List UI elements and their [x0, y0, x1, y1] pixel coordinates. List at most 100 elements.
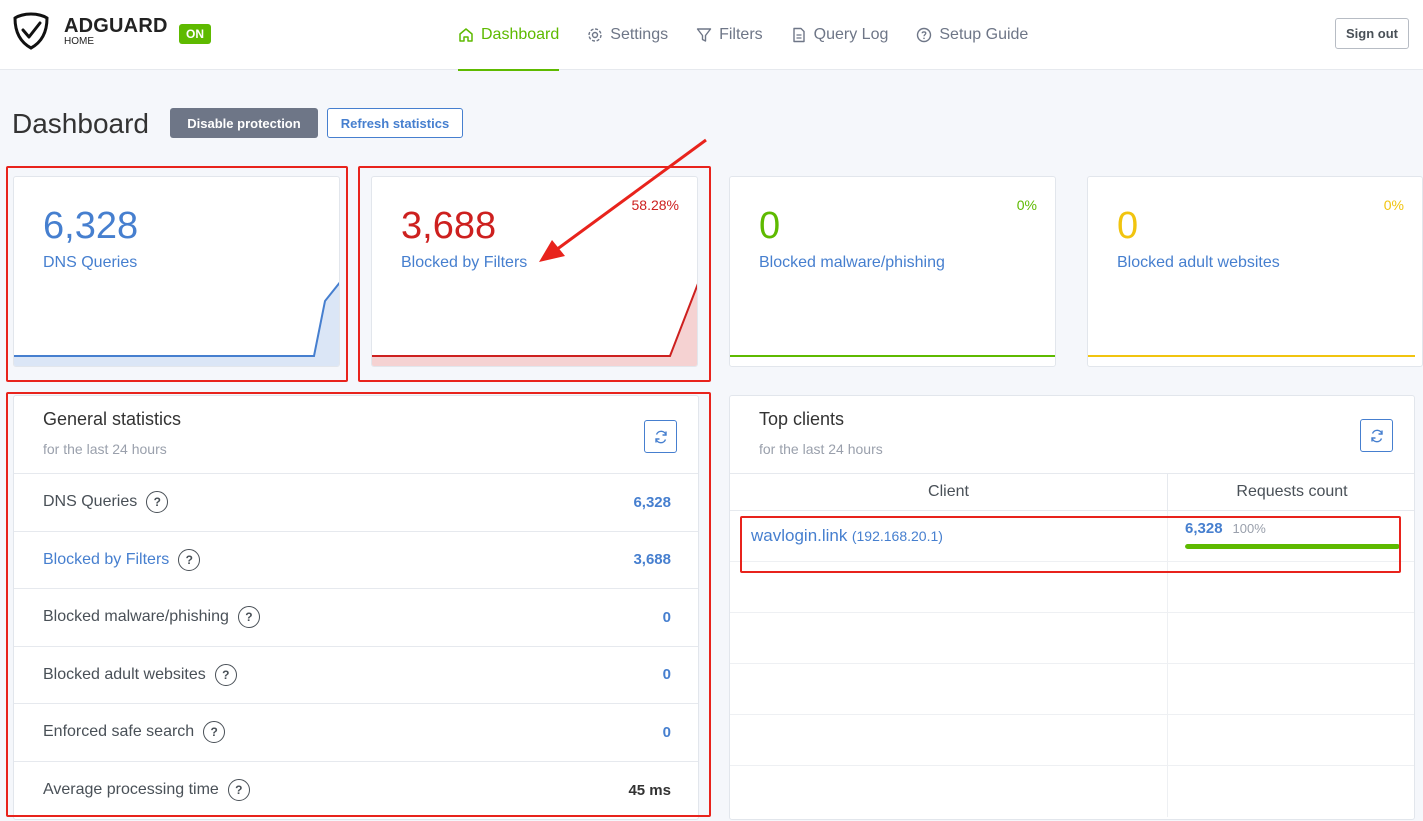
- blocked-malware-sparkline: [730, 355, 1055, 357]
- gear-icon: [588, 28, 602, 42]
- requests-cell: [1168, 766, 1414, 817]
- client-name-link[interactable]: wavlogin.link: [751, 526, 847, 545]
- requests-cell: [1168, 715, 1414, 765]
- refresh-icon: [1370, 429, 1383, 442]
- blocked-filters-sparkline: [372, 283, 697, 366]
- table-row: [730, 715, 1414, 766]
- help-icon[interactable]: ?: [146, 491, 169, 514]
- row-value: 45 ms: [628, 781, 671, 799]
- main-nav: Dashboard Settings Filters Query Log Set…: [458, 0, 1056, 71]
- brand: ADGUARD HOME: [64, 16, 168, 47]
- row-value: 3,688: [633, 551, 671, 569]
- table-row: [730, 766, 1414, 817]
- dns-queries-card: 6,328 DNS Queries: [13, 176, 340, 367]
- nav-settings[interactable]: Settings: [587, 0, 668, 70]
- list-item: Blocked adult websites? 0: [14, 647, 698, 704]
- refresh-icon: [654, 430, 667, 443]
- sign-out-button[interactable]: Sign out: [1335, 18, 1409, 49]
- column-header-client[interactable]: Client: [730, 474, 1168, 510]
- list-item: Blocked malware/phishing? 0: [14, 589, 698, 647]
- row-value: 0: [662, 608, 671, 626]
- nav-dashboard-label: Dashboard: [481, 26, 560, 43]
- blocked-filters-percent: 58.28%: [631, 197, 679, 213]
- requests-cell: [1168, 664, 1414, 714]
- client-cell: [730, 766, 1168, 817]
- help-circle-icon: [917, 27, 932, 43]
- nav-query-log[interactable]: Query Log: [791, 0, 889, 70]
- help-icon[interactable]: ?: [178, 548, 201, 571]
- nav-filters[interactable]: Filters: [696, 0, 763, 70]
- blocked-malware-card: 0% 0 Blocked malware/phishing: [729, 176, 1056, 367]
- blocked-adult-card: 0% 0 Blocked adult websites: [1087, 176, 1423, 367]
- row-label-text: Blocked adult websites: [43, 665, 206, 683]
- table-row: [730, 613, 1414, 664]
- general-statistics-subtitle: for the last 24 hours: [43, 441, 167, 457]
- help-icon[interactable]: ?: [237, 606, 260, 629]
- list-item: Enforced safe search? 0: [14, 704, 698, 762]
- row-label-text: Enforced safe search: [43, 723, 195, 741]
- nav-filters-label: Filters: [719, 26, 763, 43]
- blocked-malware-percent: 0%: [1016, 197, 1037, 213]
- request-percent: 100%: [1232, 521, 1266, 536]
- adguard-logo[interactable]: ADGUARD HOME: [12, 12, 168, 50]
- nav-dashboard[interactable]: Dashboard: [458, 0, 560, 71]
- help-icon[interactable]: ?: [214, 663, 237, 686]
- table-row: [730, 664, 1414, 715]
- row-label-text[interactable]: Blocked by Filters: [43, 551, 169, 569]
- requests-cell: [1168, 562, 1414, 612]
- row-label-text: DNS Queries: [43, 493, 138, 511]
- general-statistics-title: General statistics: [43, 409, 182, 429]
- client-cell: [730, 562, 1168, 612]
- stat-row-label: Blocked adult websites?: [43, 663, 237, 686]
- list-item: Average processing time? 45 ms: [14, 762, 698, 820]
- table-row: [730, 562, 1414, 613]
- general-refresh-button[interactable]: [644, 420, 677, 453]
- blocked-adult-value: 0: [1117, 205, 1139, 247]
- top-clients-table: Client Requests count wavlogin.link (192…: [730, 473, 1414, 817]
- row-label-text: Average processing time: [43, 781, 219, 799]
- help-icon[interactable]: ?: [227, 779, 250, 802]
- client-ip: (192.168.20.1): [851, 528, 943, 544]
- request-count: 6,328: [1185, 520, 1223, 537]
- clients-refresh-button[interactable]: [1360, 419, 1393, 452]
- refresh-statistics-button[interactable]: Refresh statistics: [327, 108, 463, 138]
- column-header-requests[interactable]: Requests count: [1168, 474, 1414, 510]
- top-clients-card: Top clients for the last 24 hours Client…: [729, 395, 1415, 820]
- stat-row-label: Average processing time?: [43, 779, 250, 802]
- requests-cell: [1168, 613, 1414, 663]
- blocked-adult-percent: 0%: [1383, 197, 1404, 213]
- general-statistics-list: DNS Queries? 6,328 Blocked by Filters? 3…: [14, 473, 698, 820]
- nav-setup-guide[interactable]: Setup Guide: [916, 0, 1028, 70]
- stat-row-label: Blocked by Filters?: [43, 548, 201, 571]
- brand-name: ADGUARD: [64, 14, 168, 37]
- nav-query-log-label: Query Log: [813, 26, 889, 43]
- row-value: 0: [662, 666, 671, 684]
- filter-icon: [696, 28, 712, 42]
- general-statistics-card: General statistics for the last 24 hours…: [13, 395, 699, 820]
- document-icon: [792, 27, 805, 43]
- client-cell: [730, 664, 1168, 714]
- list-item: DNS Queries? 6,328: [14, 474, 698, 532]
- client-cell: wavlogin.link (192.168.20.1): [730, 511, 1168, 561]
- brand-sub: HOME: [64, 35, 94, 47]
- blocked-adult-sparkline: [1088, 355, 1415, 357]
- home-icon: [459, 28, 473, 42]
- stat-row-label: Enforced safe search?: [43, 721, 226, 744]
- table-header: Client Requests count: [730, 473, 1414, 511]
- top-clients-title: Top clients: [759, 409, 845, 429]
- dns-queries-value: 6,328: [43, 205, 139, 247]
- top-clients-subtitle: for the last 24 hours: [759, 441, 883, 457]
- row-label-text: Blocked malware/phishing: [43, 608, 229, 626]
- list-item: Blocked by Filters? 3,688: [14, 532, 698, 589]
- protection-status-badge: ON: [179, 24, 211, 44]
- blocked-filters-card: 58.28% 3,688 Blocked by Filters: [371, 176, 698, 367]
- nav-setup-guide-label: Setup Guide: [939, 26, 1029, 43]
- help-icon[interactable]: ?: [203, 721, 226, 744]
- request-progress-bar: [1185, 544, 1400, 549]
- client-cell: [730, 715, 1168, 765]
- blocked-malware-value: 0: [759, 205, 781, 247]
- page-title: Dashboard: [12, 108, 149, 139]
- disable-protection-button[interactable]: Disable protection: [170, 108, 318, 138]
- row-value: 0: [662, 723, 671, 741]
- top-header: ADGUARD HOME ON Dashboard Settings Filte…: [0, 0, 1423, 71]
